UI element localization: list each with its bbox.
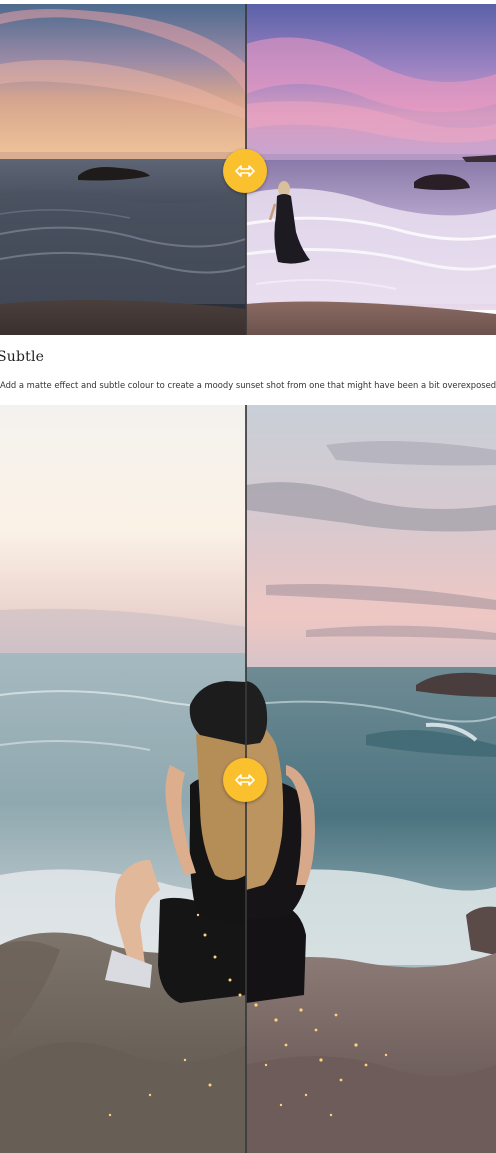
section-title: Subtle xyxy=(0,349,45,365)
after-image xyxy=(246,405,496,1153)
slider-handle[interactable] xyxy=(223,149,267,193)
comparison-slider-rock[interactable] xyxy=(0,405,496,1153)
slider-handle[interactable] xyxy=(223,758,267,802)
section-description: Add a matte effect and subtle colour to … xyxy=(0,380,496,390)
horizontal-arrows-icon xyxy=(235,165,255,177)
horizontal-arrows-icon xyxy=(235,774,255,786)
after-image xyxy=(246,4,496,335)
before-image xyxy=(0,4,246,335)
section-caption: Subtle Add a matte effect and subtle col… xyxy=(0,335,496,405)
before-image xyxy=(0,405,246,1153)
comparison-slider-beach[interactable] xyxy=(0,4,496,335)
page: Subtle Add a matte effect and subtle col… xyxy=(0,0,496,1153)
